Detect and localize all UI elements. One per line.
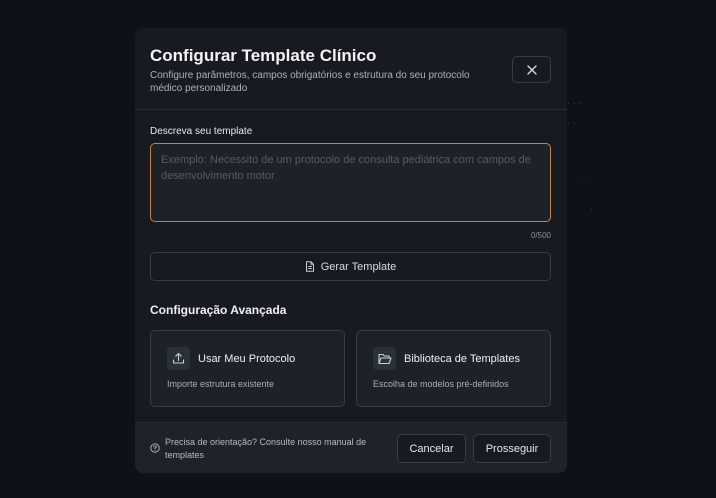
close-icon <box>526 64 537 75</box>
background-decoration: ··· <box>567 98 583 109</box>
background-decoration: ·· <box>580 172 591 183</box>
card-title: Biblioteca de Templates <box>404 353 520 365</box>
help-circle-icon <box>150 443 160 453</box>
dialog-footer: Precisa de orientação? Consulte nosso ma… <box>135 422 567 473</box>
dialog-title: Configurar Template Clínico <box>150 46 377 65</box>
background-decoration: ·· <box>567 118 578 129</box>
character-counter: 0/500 <box>530 231 551 240</box>
card-description: Escolha de modelos pré-definidos <box>373 379 509 389</box>
card-description: Importe estrutura existente <box>167 379 275 389</box>
close-button[interactable] <box>512 56 551 83</box>
advanced-config-title: Configuração Avançada <box>150 303 287 317</box>
continue-button[interactable]: Prosseguir <box>473 434 551 463</box>
folder-open-icon <box>373 347 396 370</box>
cancel-button[interactable]: Cancelar <box>397 434 466 463</box>
template-library-card[interactable]: Biblioteca de Templates Escolha de model… <box>356 330 551 407</box>
card-title: Usar Meu Protocolo <box>198 353 296 365</box>
dialog-header: Configurar Template Clínico Configure pa… <box>135 28 567 110</box>
template-description-input[interactable]: Exemplo: Necessito de um protocolo de co… <box>150 143 551 222</box>
template-description-placeholder: Exemplo: Necessito de um protocolo de co… <box>161 154 531 182</box>
background-decoration: · <box>590 204 596 215</box>
upload-icon <box>167 347 190 370</box>
dialog-subtitle: Configure parâmetros, campos obrigatório… <box>150 70 470 94</box>
template-config-dialog: Configurar Template Clínico Configure pa… <box>135 28 567 473</box>
use-my-protocol-card[interactable]: Usar Meu Protocolo Importe estrutura exi… <box>150 330 345 407</box>
template-description-label: Descreva seu template <box>150 126 253 137</box>
generate-template-label: Gerar Template <box>320 260 397 273</box>
help-link[interactable]: Precisa de orientação? Consulte nosso ma… <box>165 436 390 462</box>
document-icon <box>305 261 314 272</box>
generate-template-button[interactable]: Gerar Template <box>150 252 551 281</box>
